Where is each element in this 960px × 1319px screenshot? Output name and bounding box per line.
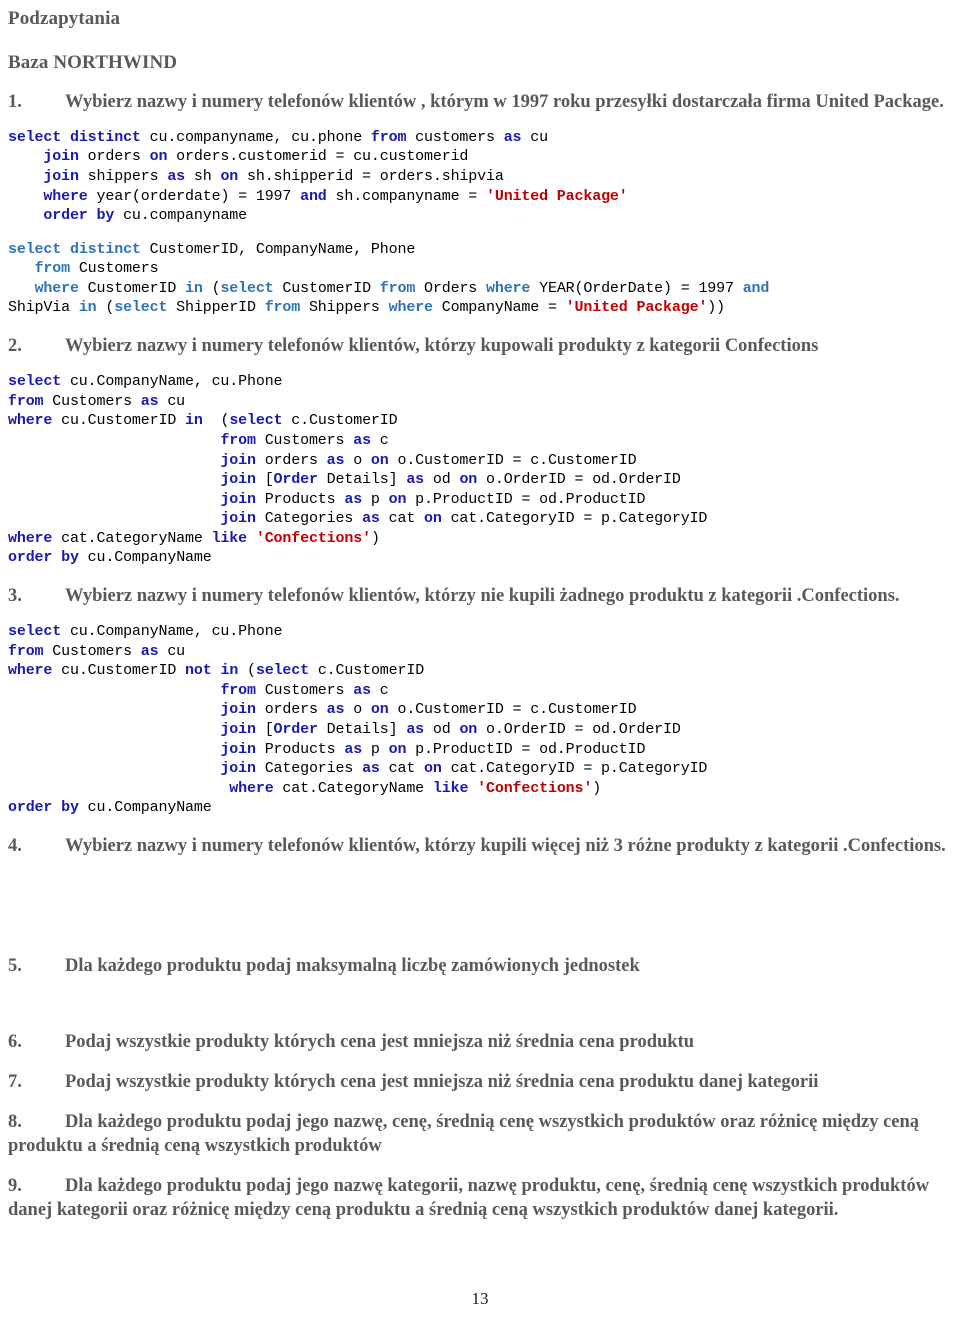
task-item-3: 3. Wybierz nazwy i numery telefonów klien… <box>8 584 950 608</box>
task-number-6: 6. <box>8 1032 22 1053</box>
task-number-4: 4. <box>8 836 22 857</box>
task-number-9: 9. <box>8 1176 22 1197</box>
sql-code-block-1a: select distinct cu.companyname, cu.phone… <box>8 128 628 225</box>
page-title: Podzapytania <box>8 8 121 29</box>
task-text-4: Wybierz nazwy i numery telefonów klientó… <box>65 836 946 857</box>
sql-code-block-1b: select distinct CustomerID, CompanyName,… <box>8 240 770 317</box>
document-page: Podzapytania Baza NORTHWIND 1. Wybierz na… <box>0 0 960 1319</box>
page-number: 13 <box>471 1289 489 1308</box>
task-text-6: Podaj wszystkie produkty których cena je… <box>65 1032 695 1053</box>
task-text-2: Wybierz nazwy i numery telefonów klientó… <box>65 336 819 357</box>
task-number-3: 3. <box>8 586 22 607</box>
task-item-1: 1. Wybierz nazwy i numery telefonów klien… <box>8 90 950 114</box>
task-text-1: Wybierz nazwy i numery telefonów klientó… <box>65 91 944 112</box>
task-item-6: 6. Podaj wszystkie produkty których cena … <box>8 1030 950 1054</box>
task-number-1: 1. <box>8 91 22 112</box>
task-text-7: Podaj wszystkie produkty których cena je… <box>65 1072 819 1093</box>
task-item-2: 2. Wybierz nazwy i numery telefonów klien… <box>8 334 950 358</box>
sql-code-block-3: select cu.CompanyName, cu.Phone from Cus… <box>8 623 708 817</box>
task-item-4: 4. Wybierz nazwy i numery telefonów klien… <box>8 834 950 858</box>
sql-code-block-2: select cu.CompanyName, cu.Phone from Cus… <box>8 373 708 567</box>
answer-space-4 <box>8 864 950 938</box>
task-number-2: 2. <box>8 336 22 357</box>
task-item-9: 9. Dla każdego produktu podaj jego nazwę … <box>8 1174 950 1222</box>
task-text-3: Wybierz nazwy i numery telefonów klientó… <box>65 586 900 607</box>
task-text-8: Dla każdego produktu podaj jego nazwę, c… <box>8 1112 920 1157</box>
task-item-7: 7. Podaj wszystkie produkty których cena … <box>8 1070 950 1094</box>
task-text-5: Dla każdego produktu podaj maksymalną li… <box>65 956 640 977</box>
task-number-7: 7. <box>8 1072 22 1093</box>
task-number-8: 8. <box>8 1112 22 1133</box>
task-number-5: 5. <box>8 956 22 977</box>
database-subheading: Baza NORTHWIND <box>8 51 178 73</box>
answer-space-5 <box>8 984 950 1014</box>
task-item-5: 5. Dla każdego produktu podaj maksymalną … <box>8 954 950 978</box>
task-item-8: 8. Dla każdego produktu podaj jego nazwę,… <box>8 1110 950 1158</box>
task-text-9: Dla każdego produktu podaj jego nazwę ka… <box>8 1176 930 1221</box>
